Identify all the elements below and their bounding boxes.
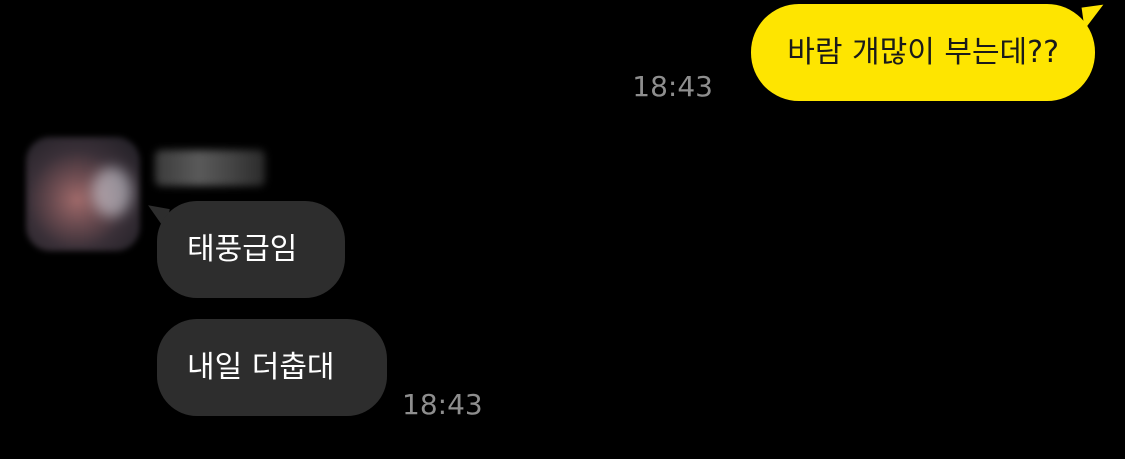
sender-name (155, 150, 265, 186)
incoming-message-bubble[interactable]: 태풍급임 (157, 201, 345, 298)
incoming-timestamp: 18:43 (402, 388, 483, 421)
avatar[interactable] (26, 137, 140, 251)
chat-view: 바람 개많이 부는데?? 18:43 태풍급임 내일 더춥대 18:43 (0, 0, 1125, 459)
incoming-message-bubble[interactable]: 내일 더춥대 (157, 319, 387, 416)
outgoing-timestamp: 18:43 (632, 70, 713, 103)
outgoing-message-bubble[interactable]: 바람 개많이 부는데?? (751, 4, 1095, 101)
